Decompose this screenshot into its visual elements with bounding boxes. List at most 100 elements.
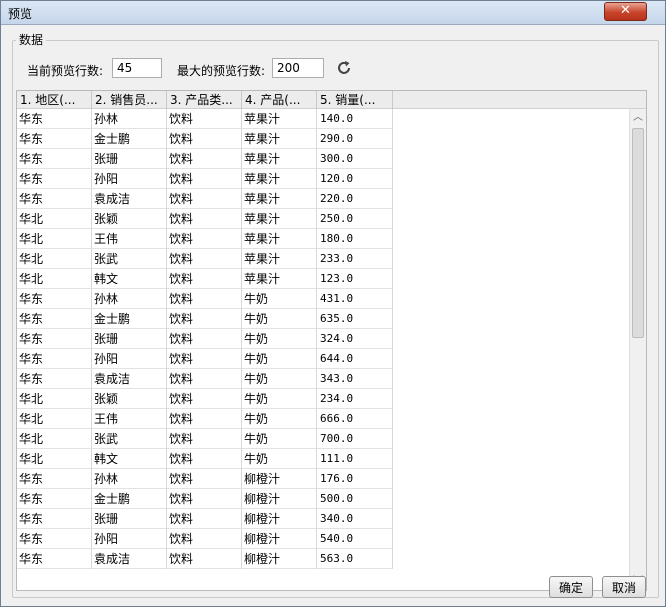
table-row[interactable]: 华东 张珊 饮料 牛奶 324.0 xyxy=(17,329,393,349)
table-row[interactable]: 华东 孙林 饮料 牛奶 431.0 xyxy=(17,289,393,309)
cell-salesperson: 孙阳 xyxy=(92,169,167,189)
cell-product: 柳橙汁 xyxy=(242,469,317,489)
cell-region: 华东 xyxy=(17,549,92,569)
cell-product: 牛奶 xyxy=(242,349,317,369)
preview-table: 1. 地区(... 2. 销售员... 3. 产品类... 4. 产品(... … xyxy=(16,90,647,591)
cell-category: 饮料 xyxy=(167,549,242,569)
cell-region: 华北 xyxy=(17,269,92,289)
cell-category: 饮料 xyxy=(167,429,242,449)
cell-quantity: 120.0 xyxy=(317,169,393,189)
cell-salesperson: 王伟 xyxy=(92,409,167,429)
cell-quantity: 340.0 xyxy=(317,509,393,529)
cell-region: 华北 xyxy=(17,209,92,229)
cell-quantity: 666.0 xyxy=(317,409,393,429)
cell-salesperson: 袁成洁 xyxy=(92,369,167,389)
cell-category: 饮料 xyxy=(167,409,242,429)
table-row[interactable]: 华北 张武 饮料 苹果汁 233.0 xyxy=(17,249,393,269)
cell-product: 牛奶 xyxy=(242,389,317,409)
cell-product: 柳橙汁 xyxy=(242,489,317,509)
close-icon: ✕ xyxy=(620,3,631,18)
vertical-scrollbar[interactable]: ︿ ﹀ xyxy=(629,109,646,590)
table-row[interactable]: 华东 张珊 饮料 苹果汁 300.0 xyxy=(17,149,393,169)
column-header-quantity[interactable]: 5. 销量(... xyxy=(317,91,393,109)
cell-category: 饮料 xyxy=(167,209,242,229)
current-rows-input[interactable] xyxy=(112,58,162,78)
cell-quantity: 290.0 xyxy=(317,129,393,149)
cell-region: 华东 xyxy=(17,489,92,509)
cell-region: 华东 xyxy=(17,129,92,149)
cell-region: 华北 xyxy=(17,389,92,409)
cell-category: 饮料 xyxy=(167,289,242,309)
table-row[interactable]: 华东 袁成洁 饮料 苹果汁 220.0 xyxy=(17,189,393,209)
cell-quantity: 176.0 xyxy=(317,469,393,489)
cell-product: 苹果汁 xyxy=(242,269,317,289)
cell-quantity: 563.0 xyxy=(317,549,393,569)
cell-product: 柳橙汁 xyxy=(242,549,317,569)
cell-region: 华北 xyxy=(17,409,92,429)
cell-quantity: 123.0 xyxy=(317,269,393,289)
cell-salesperson: 孙林 xyxy=(92,289,167,309)
cell-region: 华东 xyxy=(17,309,92,329)
scroll-up-arrow[interactable]: ︿ xyxy=(630,109,646,126)
table-row[interactable]: 华北 韩文 饮料 牛奶 111.0 xyxy=(17,449,393,469)
table-row[interactable]: 华东 金士鹏 饮料 牛奶 635.0 xyxy=(17,309,393,329)
cell-quantity: 300.0 xyxy=(317,149,393,169)
cell-salesperson: 孙林 xyxy=(92,469,167,489)
cell-region: 华北 xyxy=(17,449,92,469)
column-header-product[interactable]: 4. 产品(... xyxy=(242,91,317,109)
cell-region: 华东 xyxy=(17,149,92,169)
dialog-body: 数据 当前预览行数: 最大的预览行数: 1. 地区(... 2. 销售员... … xyxy=(7,25,659,600)
cell-product: 苹果汁 xyxy=(242,249,317,269)
max-rows-input[interactable] xyxy=(272,58,324,78)
refresh-icon[interactable] xyxy=(335,59,353,77)
ok-button[interactable]: 确定 xyxy=(549,576,593,598)
cell-quantity: 431.0 xyxy=(317,289,393,309)
table-row[interactable]: 华北 韩文 饮料 苹果汁 123.0 xyxy=(17,269,393,289)
cell-product: 苹果汁 xyxy=(242,129,317,149)
table-row[interactable]: 华北 张武 饮料 牛奶 700.0 xyxy=(17,429,393,449)
cell-product: 苹果汁 xyxy=(242,149,317,169)
cell-salesperson: 张颖 xyxy=(92,389,167,409)
cell-salesperson: 张珊 xyxy=(92,329,167,349)
table-row[interactable]: 华东 袁成洁 饮料 牛奶 343.0 xyxy=(17,369,393,389)
cancel-button[interactable]: 取消 xyxy=(602,576,646,598)
cell-category: 饮料 xyxy=(167,129,242,149)
cell-category: 饮料 xyxy=(167,369,242,389)
table-row[interactable]: 华北 王伟 饮料 牛奶 666.0 xyxy=(17,409,393,429)
cell-region: 华东 xyxy=(17,469,92,489)
table-row[interactable]: 华北 张颖 饮料 苹果汁 250.0 xyxy=(17,209,393,229)
cell-quantity: 220.0 xyxy=(317,189,393,209)
table-row[interactable]: 华东 孙林 饮料 柳橙汁 176.0 xyxy=(17,469,393,489)
cell-quantity: 324.0 xyxy=(317,329,393,349)
table-row[interactable]: 华东 金士鹏 饮料 柳橙汁 500.0 xyxy=(17,489,393,509)
table-row[interactable]: 华东 袁成洁 饮料 柳橙汁 563.0 xyxy=(17,549,393,569)
scroll-thumb[interactable] xyxy=(632,128,644,338)
cell-quantity: 180.0 xyxy=(317,229,393,249)
column-header-region[interactable]: 1. 地区(... xyxy=(17,91,92,109)
table-row[interactable]: 华东 孙林 饮料 苹果汁 140.0 xyxy=(17,109,393,129)
cell-category: 饮料 xyxy=(167,109,242,129)
column-header-salesperson[interactable]: 2. 销售员... xyxy=(92,91,167,109)
table-row[interactable]: 华东 孙阳 饮料 牛奶 644.0 xyxy=(17,349,393,369)
current-rows-label: 当前预览行数: xyxy=(27,64,104,78)
cell-category: 饮料 xyxy=(167,149,242,169)
close-button[interactable]: ✕ xyxy=(604,2,647,21)
cell-salesperson: 张颖 xyxy=(92,209,167,229)
cell-product: 牛奶 xyxy=(242,369,317,389)
table-row[interactable]: 华北 张颖 饮料 牛奶 234.0 xyxy=(17,389,393,409)
table-row[interactable]: 华东 张珊 饮料 柳橙汁 340.0 xyxy=(17,509,393,529)
cell-quantity: 140.0 xyxy=(317,109,393,129)
cell-product: 苹果汁 xyxy=(242,109,317,129)
cell-quantity: 700.0 xyxy=(317,429,393,449)
title-bar: 预览 ✕ xyxy=(1,1,665,25)
cell-quantity: 250.0 xyxy=(317,209,393,229)
table-row[interactable]: 华东 孙阳 饮料 柳橙汁 540.0 xyxy=(17,529,393,549)
cell-category: 饮料 xyxy=(167,169,242,189)
cell-category: 饮料 xyxy=(167,349,242,369)
column-header-category[interactable]: 3. 产品类... xyxy=(167,91,242,109)
table-row[interactable]: 华东 金士鹏 饮料 苹果汁 290.0 xyxy=(17,129,393,149)
cell-category: 饮料 xyxy=(167,329,242,349)
table-row[interactable]: 华北 王伟 饮料 苹果汁 180.0 xyxy=(17,229,393,249)
cell-product: 牛奶 xyxy=(242,329,317,349)
table-row[interactable]: 华东 孙阳 饮料 苹果汁 120.0 xyxy=(17,169,393,189)
